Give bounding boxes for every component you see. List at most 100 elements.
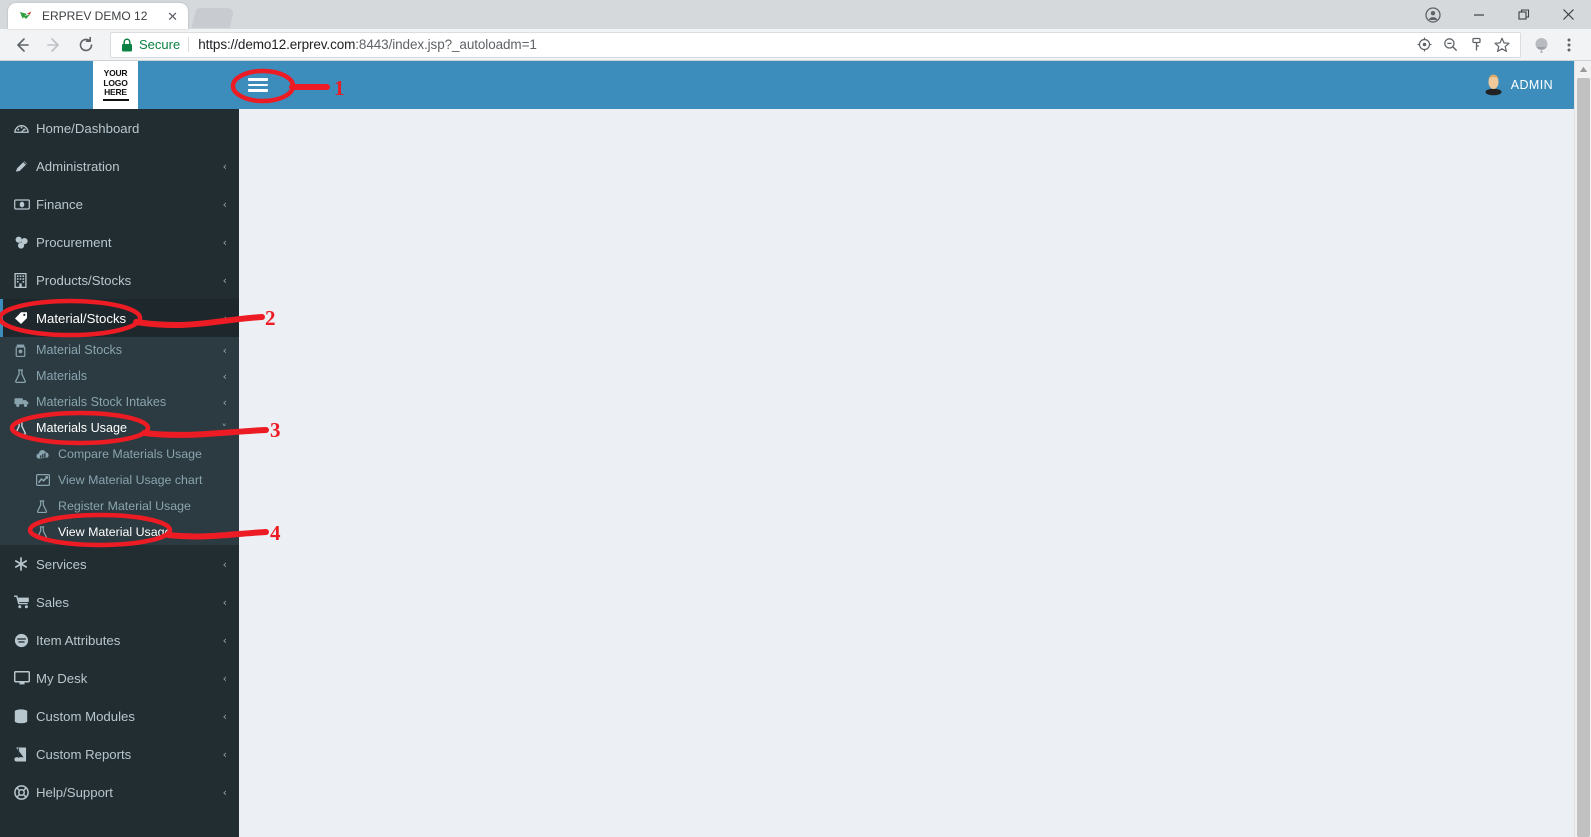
sidebar-subitem-materials[interactable]: Materials ‹: [0, 363, 239, 389]
logo-line-3: HERE: [104, 87, 127, 97]
sidebar-item-products-stocks[interactable]: Products/Stocks ‹: [0, 261, 239, 299]
bird-favicon: [20, 11, 31, 19]
app-logo[interactable]: YOUR LOGO HERE: [93, 61, 138, 109]
maximize-button[interactable]: [1501, 0, 1546, 29]
sidebar-item-label: Services: [36, 556, 87, 572]
url-host: https://demo12.erprev.com: [198, 37, 356, 52]
tab-close-button[interactable]: ✕: [163, 10, 182, 23]
sidebar-subsubitem-label: Register Material Usage: [58, 499, 191, 513]
bar-chart-cloud-icon: [36, 448, 58, 460]
chrome-browser-window: ERPREV DEMO 12 ✕ Secure https://demo12.e…: [0, 0, 1591, 837]
close-icon: [1563, 9, 1574, 20]
forward-arrow-icon: [47, 37, 59, 52]
sidebar-subitem-material-stocks[interactable]: Material Stocks ‹: [0, 337, 239, 363]
omnibox-divider: [188, 37, 190, 52]
back-arrow-icon: [17, 37, 29, 52]
forward-button[interactable]: [40, 31, 68, 59]
page-scrollbar[interactable]: [1574, 61, 1591, 837]
url-path: /index.jsp?_autoloadm=1: [388, 37, 537, 52]
sidebar-item-my-desk[interactable]: My Desk ‹: [0, 659, 239, 697]
sidebar-item-home-dashboard[interactable]: Home/Dashboard: [0, 109, 239, 147]
sidebar-subitem-chevron: ‹: [222, 343, 227, 357]
sidebar-subitem-label: Materials Stock Intakes: [36, 395, 167, 409]
sidebar-item-chevron: ‹: [222, 557, 227, 571]
sidebar-item-administration[interactable]: Administration ‹: [0, 147, 239, 185]
scrollbar-thumb[interactable]: [1577, 78, 1590, 837]
sidebar-subsubitem-label: View Material Usage: [58, 525, 172, 539]
sidebar-subitem-chevron: ‹: [222, 369, 227, 383]
sidebar-item-help-support[interactable]: Help/Support ‹: [0, 773, 239, 811]
erp-application: YOUR LOGO HERE ADMIN Home/Dashboard Admi…: [0, 61, 1591, 837]
sidebar-item-procurement[interactable]: Procurement ‹: [0, 223, 239, 261]
close-window-button[interactable]: [1546, 0, 1591, 29]
sidebar-item-label: Finance: [36, 196, 83, 212]
sidebar-item-material-stocks[interactable]: Material/Stocks ‹: [0, 299, 239, 337]
desktop-icon: [14, 671, 36, 685]
zoom-out-icon[interactable]: [1438, 33, 1462, 57]
sidebar-item-label: My Desk: [36, 670, 88, 686]
main-content-area: [239, 109, 1574, 837]
sidebar-item-item-attributes[interactable]: Item Attributes ‹: [0, 621, 239, 659]
address-bar[interactable]: Secure https://demo12.erprev.com:8443/in…: [110, 31, 1521, 58]
database-icon: [14, 708, 36, 724]
back-button[interactable]: [8, 31, 36, 59]
sidebar-item-chevron: ‹: [222, 785, 227, 799]
sidebar-item-sales[interactable]: Sales ‹: [0, 583, 239, 621]
sidebar-subsubitem-view-material-usage-chart[interactable]: View Material Usage chart: [0, 467, 239, 493]
sidebar-item-label: Help/Support: [36, 784, 113, 800]
sidebar-subsubitem-compare-materials-usage[interactable]: Compare Materials Usage: [0, 441, 239, 467]
line-chart-icon: [36, 474, 58, 486]
sidebar-subsubitem-label: Compare Materials Usage: [58, 447, 202, 461]
sidebar-subsubitem-register-material-usage[interactable]: Register Material Usage: [0, 493, 239, 519]
flask-icon: [36, 525, 58, 539]
sidebar-item-label: Products/Stocks: [36, 272, 132, 288]
reload-button[interactable]: [72, 31, 100, 59]
sidebar-item-label: Administration: [36, 158, 120, 174]
sidebar-item-custom-modules[interactable]: Custom Modules ‹: [0, 697, 239, 735]
sidebar-item-custom-reports[interactable]: Custom Reports ‹: [0, 735, 239, 773]
user-avatar-icon: [1485, 74, 1502, 96]
sidebar-subitem-materials-stock-intakes[interactable]: Materials Stock Intakes ‹: [0, 389, 239, 415]
flask-icon: [36, 499, 58, 513]
sidebar-item-chevron: ‹: [222, 747, 227, 761]
omnibox-icons: [1412, 33, 1514, 57]
scroll-up-arrow-icon[interactable]: [1575, 61, 1591, 78]
pencil-edit-icon: [14, 159, 36, 174]
sidebar-item-finance[interactable]: Finance ‹: [0, 185, 239, 223]
browser-tab[interactable]: ERPREV DEMO 12 ✕: [8, 3, 188, 29]
sidebar-subsubitem-view-material-usage[interactable]: View Material Usage: [0, 519, 239, 545]
new-tab-button[interactable]: [191, 8, 235, 28]
sidebar-subsubitem-label: View Material Usage chart: [58, 473, 203, 487]
sidebar-item-label: Procurement: [36, 234, 112, 250]
sidebar-item-label: Home/Dashboard: [36, 120, 140, 136]
account-circle-icon: [1425, 6, 1441, 23]
sidebar-item-chevron: ‹: [222, 273, 227, 287]
sidebar-subitem-materials-usage[interactable]: Materials Usage ˅: [0, 415, 239, 441]
extension-icon[interactable]: [1527, 31, 1555, 59]
bookmark-star-icon[interactable]: [1490, 33, 1514, 57]
profile-button[interactable]: [1410, 0, 1456, 29]
sidebar-item-label: Custom Reports: [36, 746, 132, 762]
money-icon: [14, 197, 36, 212]
chrome-menu-icon[interactable]: [1555, 31, 1583, 59]
sidebar-item-chevron: ‹: [222, 197, 227, 211]
location-target-icon[interactable]: [1412, 33, 1436, 57]
key-icon[interactable]: [1464, 33, 1488, 57]
sidebar-item-chevron: ‹: [222, 633, 227, 647]
browser-toolbar: Secure https://demo12.erprev.com:8443/in…: [0, 29, 1591, 61]
sidebar-submenu-material-stocks: Material Stocks ‹ Materials ‹ Materials …: [0, 337, 239, 545]
tab-title: ERPREV DEMO 12: [42, 9, 148, 23]
minimize-button[interactable]: [1456, 0, 1501, 29]
user-menu[interactable]: ADMIN: [1477, 61, 1561, 109]
shopping-cart-icon: [14, 595, 36, 609]
hamburger-bar: [248, 83, 268, 87]
reload-icon: [79, 36, 93, 51]
url-text: https://demo12.erprev.com:8443/index.jsp…: [198, 37, 537, 52]
cubes-icon: [14, 235, 36, 250]
hamburger-menu-icon[interactable]: [248, 76, 268, 94]
sidebar-item-chevron: ‹: [222, 159, 227, 173]
material-tag-icon: [14, 311, 36, 325]
hamburger-bar: [248, 89, 268, 92]
sidebar-item-services[interactable]: Services ‹: [0, 545, 239, 583]
truck-icon: [14, 396, 36, 408]
